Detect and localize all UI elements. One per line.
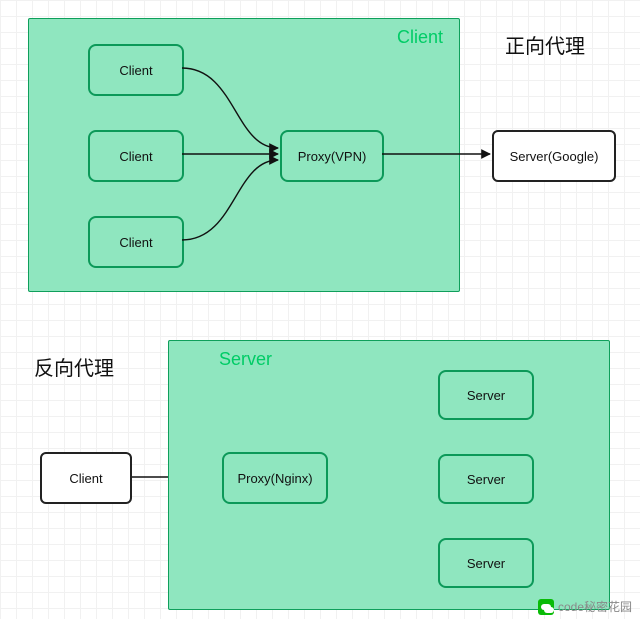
watermark: code秘密花园 (538, 598, 632, 615)
reverse-proxy-heading: 反向代理 (34, 352, 114, 381)
reverse-server-2: Server (438, 454, 534, 504)
reverse-group-title: Server (219, 349, 272, 370)
reverse-client-node: Client (40, 452, 132, 504)
reverse-proxy-node: Proxy(Nginx) (222, 452, 328, 504)
reverse-server-1: Server (438, 370, 534, 420)
arrow-fwd-c1-proxy (182, 68, 278, 148)
wechat-icon (538, 599, 554, 615)
arrow-fwd-c3-proxy (182, 160, 278, 240)
reverse-server-3: Server (438, 538, 534, 588)
watermark-text: code秘密花园 (558, 598, 632, 615)
